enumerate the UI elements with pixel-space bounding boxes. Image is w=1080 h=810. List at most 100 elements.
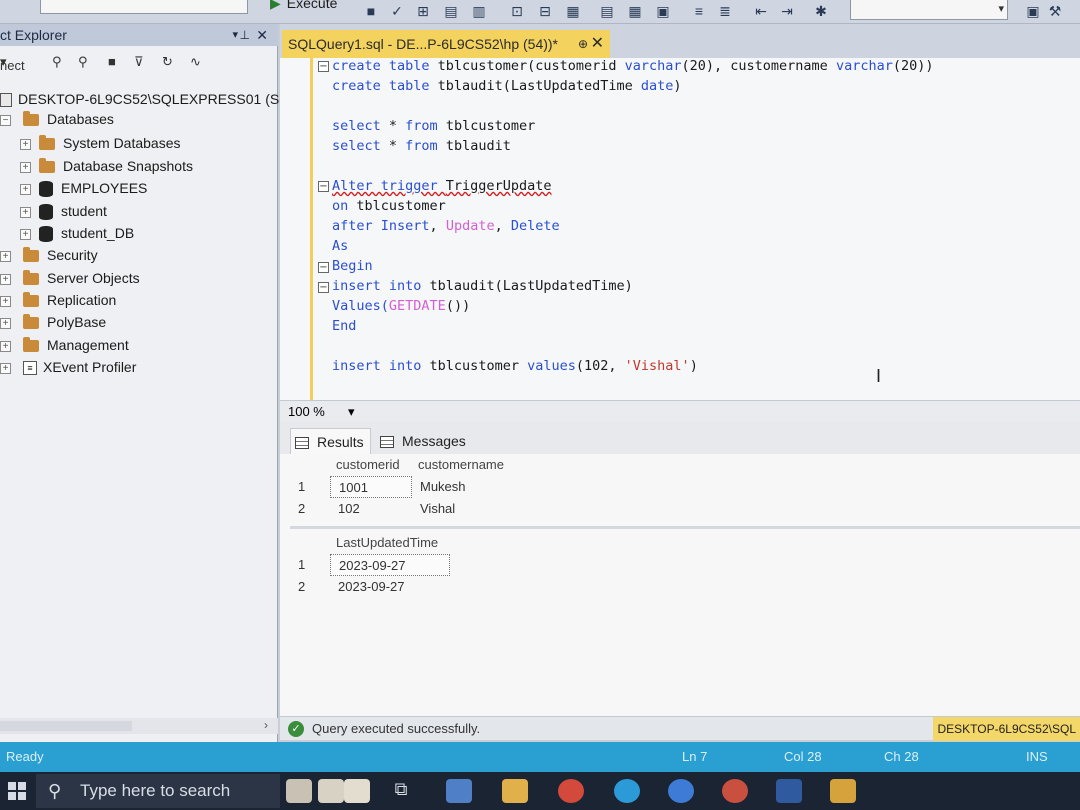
- plan-icon[interactable]: ⊞: [414, 2, 432, 20]
- expand-icon[interactable]: +: [20, 206, 31, 218]
- tree-item-system-databases[interactable]: + System Databases: [20, 132, 181, 154]
- column-header[interactable]: customername: [418, 454, 504, 476]
- task-view-icon[interactable]: ⧉: [388, 779, 414, 803]
- comment-icon[interactable]: ≡: [690, 2, 708, 20]
- scrollbar-thumb[interactable]: [0, 721, 132, 731]
- widget-icon[interactable]: [344, 779, 370, 803]
- include-plan-icon[interactable]: ⊡: [508, 2, 526, 20]
- news-widget-icon[interactable]: [286, 779, 312, 803]
- tree-item-server-objects[interactable]: + Server Objects: [0, 267, 140, 289]
- live-stats-icon[interactable]: ⊟: [536, 2, 554, 20]
- refresh-icon[interactable]: ↻: [162, 54, 173, 70]
- stop-icon[interactable]: ■: [108, 54, 116, 69]
- tree-item-student-db[interactable]: + student_DB: [20, 222, 134, 244]
- chrome-icon[interactable]: [558, 779, 584, 803]
- tab-results[interactable]: Results: [290, 428, 371, 454]
- table-cell[interactable]: 1001: [330, 476, 412, 498]
- tree-item-management[interactable]: + Management: [0, 334, 129, 356]
- expand-icon[interactable]: +: [0, 295, 11, 307]
- results-to-text-icon[interactable]: ▤: [598, 2, 616, 20]
- tree-item-employees[interactable]: + EMPLOYEES: [20, 177, 147, 199]
- ssms-icon[interactable]: [830, 779, 856, 803]
- expand-icon[interactable]: +: [0, 250, 11, 262]
- expand-icon[interactable]: +: [0, 317, 11, 329]
- tree-item-replication[interactable]: + Replication: [0, 289, 116, 311]
- execute-button[interactable]: ▶ Execute: [270, 0, 337, 12]
- intellisense-icon[interactable]: ▥: [470, 2, 488, 20]
- table-cell[interactable]: Vishal: [412, 498, 552, 520]
- visual-studio-icon[interactable]: [446, 779, 472, 803]
- solution-config-dropdown[interactable]: [850, 0, 1008, 20]
- fold-toggle-icon[interactable]: −: [318, 61, 329, 72]
- weather-widget-icon[interactable]: [318, 779, 344, 803]
- client-stats-icon[interactable]: ▦: [564, 2, 582, 20]
- row-number[interactable]: 1: [298, 554, 305, 576]
- stop-icon[interactable]: ■: [362, 2, 380, 20]
- horizontal-scrollbar[interactable]: ›: [0, 718, 278, 734]
- grid-splitter[interactable]: [290, 526, 1080, 529]
- wrench-icon[interactable]: ⚒: [1046, 2, 1064, 20]
- specify-values-icon[interactable]: ✱: [812, 2, 830, 20]
- tree-item-polybase[interactable]: + PolyBase: [0, 311, 106, 333]
- properties-icon[interactable]: ▣: [1024, 2, 1042, 20]
- pin-icon[interactable]: ⊕: [578, 30, 588, 58]
- tree-item-security[interactable]: + Security: [0, 244, 98, 266]
- taskbar-search-box[interactable]: ⚲ Type here to search: [36, 774, 280, 808]
- expand-icon[interactable]: +: [20, 161, 31, 173]
- query-options-icon[interactable]: ▤: [442, 2, 460, 20]
- connect-button[interactable]: nect ▾: [0, 54, 25, 73]
- tab-messages[interactable]: Messages: [376, 428, 472, 454]
- table-cell[interactable]: Mukesh: [412, 476, 552, 498]
- table-cell[interactable]: 2023-09-27: [330, 576, 450, 598]
- status-ready: Ready: [6, 749, 44, 764]
- tree-databases-node[interactable]: − Databases: [0, 108, 114, 130]
- file-explorer-icon[interactable]: [502, 779, 528, 803]
- fold-toggle-icon[interactable]: −: [318, 181, 329, 192]
- expand-icon[interactable]: +: [0, 273, 11, 285]
- tab-sqlquery1[interactable]: SQLQuery1.sql - DE...P-6L9CS52\hp (54))*…: [282, 30, 610, 58]
- fold-toggle-icon[interactable]: −: [318, 282, 329, 293]
- increase-indent-icon[interactable]: ⇥: [778, 2, 796, 20]
- table-cell[interactable]: 102: [330, 498, 412, 520]
- expand-icon[interactable]: +: [0, 362, 11, 374]
- connect-icon[interactable]: ⚲: [52, 54, 62, 70]
- zoom-dropdown[interactable]: 100 % ▾: [286, 403, 362, 421]
- fold-toggle-icon[interactable]: −: [318, 262, 329, 273]
- chrome-profile-icon[interactable]: [722, 779, 748, 803]
- expand-icon[interactable]: +: [20, 138, 31, 150]
- code-line: select * from tblaudit: [332, 138, 511, 154]
- expand-icon[interactable]: +: [0, 340, 11, 352]
- activity-icon[interactable]: ∿: [190, 54, 201, 70]
- database-selector[interactable]: [40, 0, 248, 14]
- expand-icon[interactable]: +: [20, 228, 31, 240]
- row-number[interactable]: 2: [298, 576, 305, 598]
- scroll-right-icon[interactable]: ›: [264, 718, 268, 732]
- collapse-icon[interactable]: −: [0, 114, 11, 126]
- results-to-file-icon[interactable]: ▣: [654, 2, 672, 20]
- filter-icon[interactable]: ⊽: [134, 54, 144, 70]
- disconnect-icon[interactable]: ⚲: [78, 54, 88, 70]
- close-icon[interactable]: ✕: [256, 24, 268, 46]
- column-header[interactable]: customerid: [336, 454, 400, 476]
- table-cell[interactable]: 2023-09-27: [330, 554, 450, 576]
- tree-item-student[interactable]: + student: [20, 200, 107, 222]
- tree-server-node[interactable]: DESKTOP-6L9CS52\SQLEXPRESS01 (SC: [0, 88, 289, 110]
- row-number[interactable]: 1: [298, 476, 305, 498]
- windows-start-icon[interactable]: [8, 782, 26, 800]
- dropdown-icon[interactable]: ▾: [232, 24, 238, 46]
- sql-editor[interactable]: − − − − create table tblcustomer(custome…: [280, 58, 1080, 400]
- tree-item-database-snapshots[interactable]: + Database Snapshots: [20, 155, 193, 177]
- app-icon[interactable]: [776, 779, 802, 803]
- results-to-grid-icon[interactable]: ▦: [626, 2, 644, 20]
- row-number[interactable]: 2: [298, 498, 305, 520]
- edge-icon[interactable]: [614, 779, 640, 803]
- parse-check-icon[interactable]: ✓: [388, 2, 406, 20]
- tree-item-xevent-profiler[interactable]: + ≡ XEvent Profiler: [0, 356, 136, 378]
- expand-icon[interactable]: +: [20, 183, 31, 195]
- pin-icon[interactable]: ⊥: [240, 24, 250, 46]
- uncomment-icon[interactable]: ≣: [716, 2, 734, 20]
- decrease-indent-icon[interactable]: ⇤: [752, 2, 770, 20]
- column-header[interactable]: LastUpdatedTime: [336, 532, 438, 554]
- close-tab-icon[interactable]: ✕: [591, 30, 604, 58]
- app-icon[interactable]: [668, 779, 694, 803]
